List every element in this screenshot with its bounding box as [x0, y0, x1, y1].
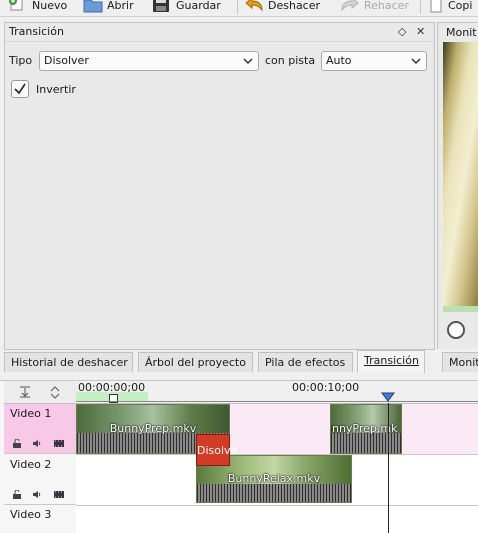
monitor-title: Monit [446, 26, 477, 39]
transition-dissolve[interactable]: Disolve [196, 434, 237, 466]
redo-button[interactable]: Rehacer [340, 0, 409, 14]
track-name: Video 3 [10, 508, 52, 521]
transition-type-value: Disolver [44, 54, 89, 67]
clip-bunnyprep-2[interactable]: unnyPrep.mk [330, 404, 402, 454]
track-lane-video-1[interactable]: BunnyPrep.mkv unnyPrep.mk Disolve [76, 404, 478, 466]
invert-label: Invertir [36, 83, 76, 96]
monitor-play-icon[interactable] [447, 321, 465, 339]
tab-transition[interactable]: Transición [357, 350, 425, 373]
lock-icon[interactable] [12, 490, 22, 499]
checkmark-icon [14, 83, 26, 95]
mute-audio-icon[interactable] [32, 439, 42, 448]
undo-arrow-icon [244, 0, 263, 13]
monitor-zone-bar [443, 306, 478, 312]
tab-project-tree[interactable]: Árbol del proyecto [138, 352, 253, 372]
ruler-time-10s: 00:00:10;00 [292, 381, 360, 394]
ruler-baseline [76, 401, 478, 402]
copy-button[interactable]: Copi [430, 0, 472, 14]
tab-monitor[interactable]: Monit [442, 352, 478, 372]
playhead-line[interactable] [388, 403, 389, 533]
open-label: Abrir [107, 0, 134, 12]
monitor-video-preview [443, 42, 478, 306]
panel-divider [5, 41, 434, 42]
audio-waveform [331, 433, 401, 453]
type-label: Tipo [9, 54, 33, 67]
floppy-disk-icon [152, 0, 170, 13]
chevron-down-icon [411, 58, 421, 65]
invert-checkbox[interactable] [11, 80, 29, 98]
redo-arrow-icon [340, 0, 359, 13]
track-select[interactable]: Auto [321, 51, 427, 71]
mute-audio-icon[interactable] [32, 490, 42, 499]
undo-label: Deshacer [268, 0, 321, 12]
hide-video-icon[interactable] [54, 439, 64, 448]
undo-button[interactable]: Deshacer [244, 0, 320, 14]
new-document-icon [8, 0, 26, 13]
monitor-panel: Monit [437, 22, 478, 349]
track-header-controls [4, 381, 76, 404]
timeline-ruler[interactable]: 00:00:00;00 00:00:10;00 [76, 381, 478, 404]
track-label: con pista [265, 54, 316, 67]
track-name: Video 2 [10, 458, 52, 471]
audio-waveform [197, 484, 351, 502]
collapse-tracks-icon[interactable] [18, 385, 32, 399]
new-label: Nuevo [32, 0, 68, 12]
track-header-video-2[interactable]: Video 2 [4, 455, 76, 505]
main-toolbar: Nuevo Abrir Guardar Deshacer Rehacer Cop… [0, 0, 478, 17]
toolbar-separator [237, 0, 238, 14]
lock-icon[interactable] [12, 439, 22, 448]
tab-effect-stack[interactable]: Pila de efectos [258, 352, 353, 372]
copy-icon [430, 0, 442, 13]
open-button[interactable]: Abrir [83, 0, 134, 14]
panel-title: Transición [9, 25, 64, 38]
expand-tracks-icon[interactable] [48, 385, 62, 399]
track-header-video-3[interactable]: Video 3 [4, 506, 76, 533]
toolbar-separator [420, 0, 421, 14]
redo-label: Rehacer [364, 0, 409, 12]
playhead-marker-icon[interactable] [381, 392, 395, 402]
copy-label: Copi [448, 0, 473, 12]
track-lane-video-2[interactable]: BunnyRelax.mkv [76, 455, 478, 506]
track-value: Auto [326, 54, 352, 67]
chevron-down-icon [243, 58, 253, 65]
float-panel-icon[interactable]: ◇ [398, 25, 406, 38]
tab-undo-history[interactable]: Historial de deshacer [4, 352, 133, 372]
clip-label: BunnyRelax.mkv [227, 472, 321, 485]
timeline: 00:00:00;00 00:00:10;00 Video 1 BunnyPre… [0, 380, 478, 533]
track-name: Video 1 [10, 407, 52, 420]
new-button[interactable]: Nuevo [8, 0, 67, 14]
save-label: Guardar [176, 0, 221, 12]
folder-open-icon [83, 0, 103, 13]
ruler-time-start: 00:00:00;00 [78, 381, 146, 394]
hide-video-icon[interactable] [54, 490, 64, 499]
track-lane-video-3[interactable] [76, 506, 478, 533]
save-button[interactable]: Guardar [152, 0, 221, 14]
track-header-video-1[interactable]: Video 1 [4, 404, 76, 454]
transition-label: Disolve [197, 444, 238, 457]
transition-panel: Transición ◇ ✕ Tipo Disolver con pista A… [4, 22, 435, 350]
close-panel-icon[interactable]: ✕ [416, 25, 425, 38]
dock-tabs: Historial de deshacer Árbol del proyecto… [0, 350, 478, 376]
transition-type-select[interactable]: Disolver [39, 51, 259, 71]
